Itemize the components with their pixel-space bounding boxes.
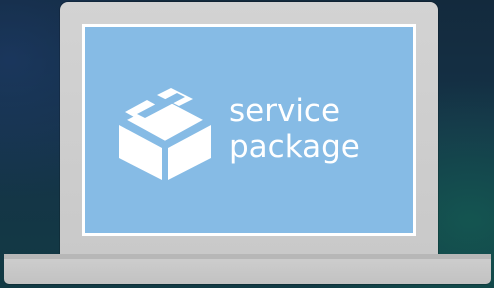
label-line-1: service — [229, 93, 341, 129]
service-package-label: service package — [229, 93, 360, 165]
base-edge — [4, 254, 491, 259]
laptop-screen: service package — [82, 24, 416, 236]
laptop-base — [4, 254, 491, 284]
laptop-lid: service package — [60, 2, 438, 254]
package-box-icon — [119, 88, 211, 181]
label-line-2: package — [229, 129, 360, 165]
